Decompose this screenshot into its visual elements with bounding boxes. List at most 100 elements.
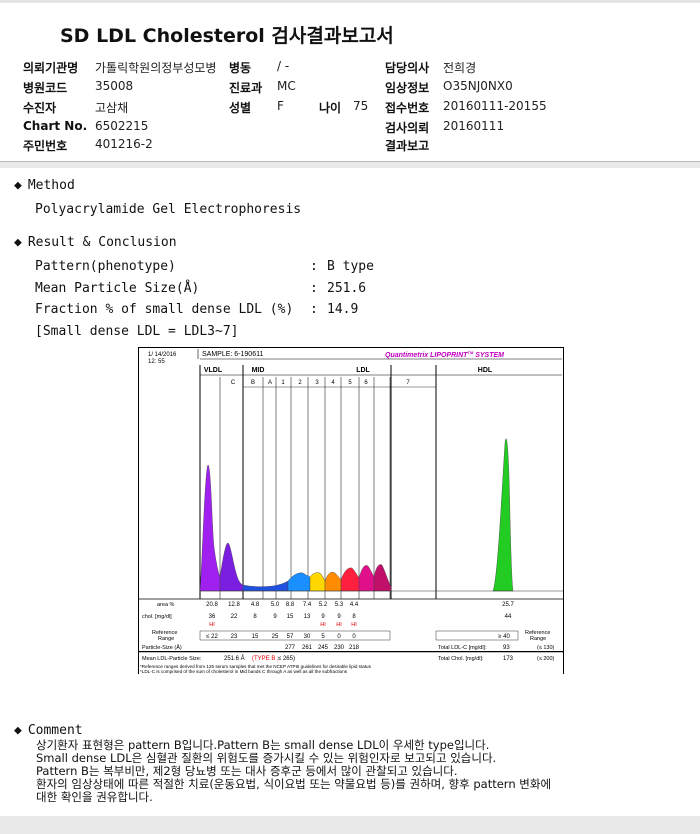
request-date-label: 검사의뢰	[385, 121, 430, 135]
diamond-bullet-icon: ◆	[14, 235, 22, 250]
area-value: 5.3	[335, 602, 344, 608]
result-label-fraction: Fraction % of small dense LDL (%)	[35, 302, 294, 317]
sex-value: F	[277, 99, 284, 113]
row-label-chol: chol. [mg/dl]	[142, 614, 172, 620]
age-label: 나이	[319, 101, 342, 115]
particle-size-value: 230	[334, 645, 345, 651]
area-value: 4.8	[251, 602, 260, 608]
hdl-row-label-range: Range	[530, 636, 546, 642]
area-value: 4.4	[350, 602, 359, 608]
group-label-vldl: VLDL	[204, 367, 223, 374]
page-bottom-strip	[0, 816, 700, 834]
reference-value: 25	[272, 634, 279, 640]
reference-value: 30	[304, 634, 311, 640]
result-colon: :	[310, 302, 318, 317]
report-body: ◆ Method Polyacrylamide Gel Electrophores…	[0, 168, 700, 816]
total-ldl-value: 93	[503, 645, 510, 651]
sex-label: 성별	[229, 101, 252, 115]
resident-no-value: 401216-2	[95, 137, 153, 151]
chart-time: 12: 55	[148, 359, 165, 365]
band-label: A	[268, 380, 272, 386]
result-colon: :	[310, 259, 318, 274]
total-chol-label: Total Chol. [mg/dl]:	[438, 656, 484, 662]
area-value: 12.8	[228, 602, 240, 608]
high-flag: HI	[351, 622, 357, 628]
result-value-size: 251.6	[327, 281, 367, 296]
result-value-fraction: 14.9	[327, 302, 359, 317]
mean-size-value: 251.6 Å	[224, 655, 245, 662]
result-value-pattern: B type	[327, 259, 374, 274]
reference-value: ≤ 22	[206, 634, 218, 640]
ward-value: / -	[277, 59, 290, 73]
high-flag: HI	[320, 622, 326, 628]
total-chol-range: (≤ 200)	[537, 656, 555, 662]
institution-value: 가톨릭학원의정부성모병	[95, 61, 217, 75]
area-value: 5.2	[319, 602, 328, 608]
hdl-chol-value: 44	[505, 614, 512, 620]
particle-size-value: 218	[349, 645, 360, 651]
department-value: MC	[277, 79, 296, 93]
chart-brand-name: Quantimetrix LIPOPRINT	[385, 352, 468, 359]
report-label: 결과보고	[385, 139, 430, 153]
diamond-bullet-icon: ◆	[14, 723, 22, 738]
patient-label: 수진자	[23, 101, 57, 115]
high-flag: HI	[209, 622, 215, 628]
row-label-area: area %	[157, 602, 175, 608]
institution-label: 의뢰기관명	[23, 61, 79, 75]
doctor-value: 전희경	[443, 61, 477, 75]
diamond-bullet-icon: ◆	[14, 178, 22, 193]
receipt-value: 20160111-20155	[443, 99, 547, 113]
area-value: 7.4	[303, 602, 312, 608]
group-label-ldl: LDL	[356, 367, 370, 374]
area-value: 8.8	[286, 602, 295, 608]
mean-size-type: (TYPE B ;	[252, 656, 279, 662]
report-header: SD LDL Cholesterol 검사결과보고서 의뢰기관명 가톨릭학원의정…	[0, 3, 700, 162]
age-value: 75	[353, 99, 369, 113]
receipt-label: 접수번호	[385, 101, 430, 115]
band-label: B	[251, 380, 255, 386]
particle-size-value: 277	[285, 645, 296, 651]
group-label-mid: MID	[252, 367, 265, 374]
mean-size-label: Mean LDL-Particle Size:	[142, 656, 202, 662]
chart-brand-system: SYSTEM	[473, 352, 504, 359]
chol-value: 15	[287, 614, 294, 620]
hdl-reference-value: ≥ 40	[498, 634, 510, 640]
reference-value: 57	[287, 634, 294, 640]
method-heading: ◆ Method	[14, 178, 75, 193]
method-text: Polyacrylamide Gel Electrophoresis	[35, 202, 302, 217]
chol-value: 36	[209, 614, 216, 620]
chol-value: 22	[231, 614, 238, 620]
result-heading-text: Result & Conclusion	[27, 235, 177, 250]
chart-brand: Quantimetrix LIPOPRINTTM SYSTEM	[385, 350, 504, 359]
group-label-hdl: HDL	[478, 367, 493, 374]
band-label: C	[231, 380, 236, 386]
mean-size-cutoff: ≤ 265)	[278, 656, 295, 662]
area-value: 5.0	[271, 602, 280, 608]
department-label: 진료과	[229, 81, 263, 95]
page-title: SD LDL Cholesterol 검사결과보고서	[60, 25, 394, 47]
result-label-size: Mean Particle Size(Å)	[35, 281, 200, 296]
patient-value: 고삼채	[95, 101, 129, 115]
request-date-value: 20160111	[443, 119, 505, 133]
chart-no-label: Chart No.	[23, 119, 88, 133]
chart-no-value: 6502215	[95, 119, 149, 133]
total-chol-value: 173	[503, 656, 514, 662]
result-heading: ◆ Result & Conclusion	[14, 235, 177, 250]
row-label-range: Range	[158, 636, 174, 642]
chart-date: 1/ 14/2016	[148, 352, 177, 358]
area-value: 20.8	[206, 602, 218, 608]
clinical-info-value: O35NJ0NX0	[443, 79, 513, 93]
reference-value: 23	[231, 634, 238, 640]
resident-no-label: 주민번호	[23, 139, 68, 153]
lipoprint-chart: 1/ 14/201612: 55 SAMPLE: 6-190611 Quantime…	[138, 347, 564, 674]
comment-heading: ◆ Comment	[14, 723, 83, 738]
particle-size-label: Particle-Size (Å)	[142, 644, 182, 651]
high-flag: HI	[336, 622, 342, 628]
result-label-pattern: Pattern(phenotype)	[35, 259, 176, 274]
method-heading-text: Method	[27, 178, 75, 193]
clinical-info-label: 임상정보	[385, 81, 430, 95]
hdl-area-value: 25.7	[502, 602, 514, 608]
chol-value: 13	[304, 614, 311, 620]
ward-label: 병동	[229, 61, 252, 75]
doctor-label: 담당의사	[385, 61, 430, 75]
